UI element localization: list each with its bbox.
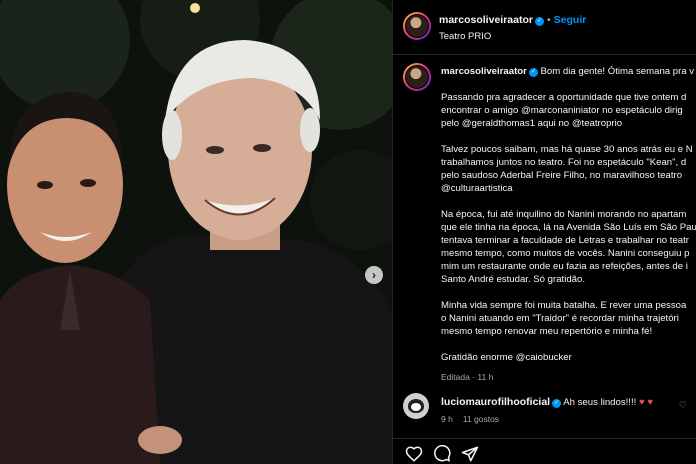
caption-line: tentava terminar a faculdade de Letras e… <box>441 235 689 246</box>
comment-like-icon[interactable]: ♡ <box>679 400 687 411</box>
caption-text: marcosoliveiraator ✓ Bom dia gente! Ótima… <box>441 65 696 384</box>
commenter-avatar[interactable] <box>403 393 429 419</box>
caption-line: @culturaartistica <box>441 183 513 194</box>
comment-meta: 9 h 11 gostos <box>441 414 509 424</box>
caption-line: pelo saudoso Aderbal Freire Filho, no ma… <box>441 170 683 181</box>
comment-hearts: ♥ ♥ <box>638 397 654 408</box>
caption-line: que ele tinha na época, lá na Avenida Sã… <box>441 222 696 233</box>
caption-line: mesmo tempo renovar meu repertório e min… <box>441 326 653 337</box>
comment-icon[interactable] <box>433 445 451 463</box>
caption-line: Talvez poucos saibam, mas há quase 30 an… <box>441 144 693 155</box>
post-photo[interactable]: › <box>0 0 392 464</box>
post-side-panel: marcosoliveiraator ✓ • Seguir Teatro PRIO m… <box>392 0 696 464</box>
caption-line: Gratidão enorme @caiobucker <box>441 352 572 363</box>
verified-badge-icon: ✓ <box>552 399 562 408</box>
post-location[interactable]: Teatro PRIO <box>439 31 491 42</box>
comment-time: 9 h <box>441 414 453 424</box>
comment-line: luciomaurofilhooficial ✓ Ah seus lindos!!… <box>441 396 653 408</box>
verified-badge-icon: ✓ <box>528 68 538 77</box>
carousel-next-button[interactable]: › <box>365 266 383 284</box>
header-username[interactable]: marcosoliveiraator <box>439 14 533 26</box>
caption-meta: Editada · 11 h <box>441 372 494 382</box>
separator-dot: • <box>546 14 551 26</box>
comment-likes[interactable]: 11 gostos <box>463 414 499 424</box>
caption-line: pelo @geraldthomas1 aqui no @teatroprio <box>441 118 623 129</box>
caption-line: Passando pra agradecer a oportunidade qu… <box>441 92 687 103</box>
caption-avatar[interactable] <box>403 63 431 91</box>
post-header: marcosoliveiraator ✓ • Seguir Teatro PRIO <box>393 0 696 55</box>
photo-illustration <box>0 0 392 464</box>
share-icon[interactable] <box>461 445 479 463</box>
heart-icon[interactable] <box>405 445 423 463</box>
caption-line: Bom dia gente! Ótima semana pra v <box>540 66 695 77</box>
edited-label: Editada <box>441 372 470 382</box>
caption-line: Minha vida sempre foi muita batalha. E r… <box>441 300 687 311</box>
header-line: marcosoliveiraator ✓ • Seguir <box>439 14 586 26</box>
caption-line: Na época, fui até inquilino do Nanini mo… <box>441 209 687 220</box>
caption-line: encontrar o amigo @marconaniniator no es… <box>441 105 683 116</box>
verified-badge-icon: ✓ <box>534 17 544 26</box>
commenter-username[interactable]: luciomaurofilhooficial <box>441 396 550 408</box>
caption-line: mesmo tempo, como muitos de vocês. Nanin… <box>441 248 690 259</box>
caption-line: Santo André estudar. Só gratidão. <box>441 274 586 285</box>
caption-line: mim um restaurante onde eu fazia as refe… <box>441 261 688 272</box>
avatar[interactable] <box>403 12 431 40</box>
caption-line: trabalhamos juntos no teatro. Foi no esp… <box>441 157 687 168</box>
action-bar <box>393 438 696 464</box>
caption-line: o Nanini atuando em "Traidor" é recordar… <box>441 313 679 324</box>
comment-item: luciomaurofilhooficial ✓ Ah seus lindos!!… <box>393 388 696 428</box>
follow-button[interactable]: Seguir <box>554 14 587 26</box>
edited-time[interactable]: 11 h <box>477 372 493 382</box>
comment-text: Ah seus lindos!!!! <box>563 397 637 408</box>
caption-username[interactable]: marcosoliveiraator <box>441 66 527 77</box>
